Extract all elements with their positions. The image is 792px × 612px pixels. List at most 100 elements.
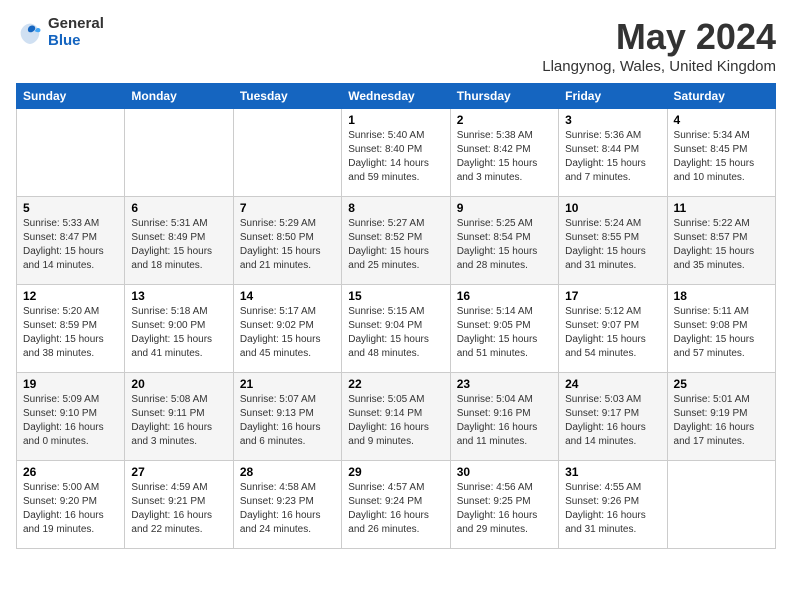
- month-year: May 2024: [542, 16, 776, 58]
- day-of-week-friday: Friday: [559, 84, 667, 109]
- day-number: 5: [23, 201, 118, 215]
- calendar-cell: 24 Sunrise: 5:03 AM Sunset: 9:17 PM Dayli…: [559, 373, 667, 461]
- calendar-cell: 23 Sunrise: 5:04 AM Sunset: 9:16 PM Dayli…: [450, 373, 558, 461]
- calendar-week-3: 12Sunrise: 5:20 AM Sunset: 8:59 PM Dayli…: [17, 285, 776, 373]
- day-info: Sunrise: 5:29 AM Sunset: 8:50 PM Dayligh…: [240, 217, 335, 273]
- day-number: 25: [674, 377, 769, 391]
- day-number: 17: [565, 289, 660, 303]
- calendar-cell: 8 Sunrise: 5:27 AM Sunset: 8:52 PM Daylig…: [342, 197, 450, 285]
- calendar-cell: 29Sunrise: 4:57 AM Sunset: 9:24 PM Dayli…: [342, 461, 450, 549]
- day-number: 8: [348, 201, 443, 215]
- day-number: 14: [240, 289, 335, 303]
- day-info: Sunrise: 5:17 AM Sunset: 9:02 PM Dayligh…: [240, 305, 335, 361]
- calendar-cell: 18 Sunrise: 5:11 AM Sunset: 9:08 PM Dayli…: [667, 285, 775, 373]
- day-number: 31: [565, 465, 660, 479]
- calendar-cell: [125, 109, 233, 197]
- calendar-week-1: 1 Sunrise: 5:40 AM Sunset: 8:40 PM Daylig…: [17, 109, 776, 197]
- day-info: Sunrise: 5:03 AM Sunset: 9:17 PM Dayligh…: [565, 393, 660, 449]
- day-number: 15: [348, 289, 443, 303]
- calendar-cell: 31 Sunrise: 4:55 AM Sunset: 9:26 PM Dayli…: [559, 461, 667, 549]
- calendar-header: SundayMondayTuesdayWednesdayThursdayFrid…: [17, 84, 776, 109]
- day-number: 3: [565, 113, 660, 127]
- day-number: 13: [131, 289, 226, 303]
- day-of-week-monday: Monday: [125, 84, 233, 109]
- day-number: 22: [348, 377, 443, 391]
- day-number: 26: [23, 465, 118, 479]
- calendar-cell: [17, 109, 125, 197]
- calendar-cell: 7Sunrise: 5:29 AM Sunset: 8:50 PM Daylig…: [233, 197, 341, 285]
- title-block: May 2024 Llangynog, Wales, United Kingdo…: [542, 16, 776, 75]
- calendar-cell: 26 Sunrise: 5:00 AM Sunset: 9:20 PM Dayli…: [17, 461, 125, 549]
- calendar-week-2: 5 Sunrise: 5:33 AM Sunset: 8:47 PM Daylig…: [17, 197, 776, 285]
- day-number: 11: [674, 201, 769, 215]
- day-number: 30: [457, 465, 552, 479]
- calendar-cell: 15 Sunrise: 5:15 AM Sunset: 9:04 PM Dayli…: [342, 285, 450, 373]
- calendar-cell: 14 Sunrise: 5:17 AM Sunset: 9:02 PM Dayli…: [233, 285, 341, 373]
- calendar-cell: 6Sunrise: 5:31 AM Sunset: 8:49 PM Daylig…: [125, 197, 233, 285]
- calendar-cell: [233, 109, 341, 197]
- day-info: Sunrise: 5:15 AM Sunset: 9:04 PM Dayligh…: [348, 305, 443, 361]
- calendar-cell: 21 Sunrise: 5:07 AM Sunset: 9:13 PM Dayli…: [233, 373, 341, 461]
- calendar-cell: 10 Sunrise: 5:24 AM Sunset: 8:55 PM Dayli…: [559, 197, 667, 285]
- day-info: Sunrise: 5:11 AM Sunset: 9:08 PM Dayligh…: [674, 305, 769, 361]
- day-number: 6: [131, 201, 226, 215]
- day-number: 12: [23, 289, 118, 303]
- day-info: Sunrise: 5:27 AM Sunset: 8:52 PM Dayligh…: [348, 217, 443, 273]
- day-number: 19: [23, 377, 118, 391]
- logo-general: General: [48, 16, 104, 33]
- calendar-cell: 9Sunrise: 5:25 AM Sunset: 8:54 PM Daylig…: [450, 197, 558, 285]
- calendar-cell: 28 Sunrise: 4:58 AM Sunset: 9:23 PM Dayli…: [233, 461, 341, 549]
- calendar-body: 1 Sunrise: 5:40 AM Sunset: 8:40 PM Daylig…: [17, 109, 776, 549]
- day-info: Sunrise: 5:00 AM Sunset: 9:20 PM Dayligh…: [23, 481, 118, 537]
- day-number: 1: [348, 113, 443, 127]
- calendar-cell: 17 Sunrise: 5:12 AM Sunset: 9:07 PM Dayli…: [559, 285, 667, 373]
- day-info: Sunrise: 4:59 AM Sunset: 9:21 PM Dayligh…: [131, 481, 226, 537]
- day-info: Sunrise: 5:01 AM Sunset: 9:19 PM Dayligh…: [674, 393, 769, 449]
- calendar-table: SundayMondayTuesdayWednesdayThursdayFrid…: [16, 83, 776, 549]
- logo-text: General Blue: [48, 16, 104, 49]
- day-number: 20: [131, 377, 226, 391]
- day-number: 21: [240, 377, 335, 391]
- day-info: Sunrise: 5:33 AM Sunset: 8:47 PM Dayligh…: [23, 217, 118, 273]
- day-number: 18: [674, 289, 769, 303]
- day-of-week-saturday: Saturday: [667, 84, 775, 109]
- logo: General Blue: [16, 16, 104, 49]
- day-of-week-tuesday: Tuesday: [233, 84, 341, 109]
- calendar-week-5: 26 Sunrise: 5:00 AM Sunset: 9:20 PM Dayli…: [17, 461, 776, 549]
- location: Llangynog, Wales, United Kingdom: [542, 58, 776, 75]
- day-number: 10: [565, 201, 660, 215]
- calendar-cell: 25 Sunrise: 5:01 AM Sunset: 9:19 PM Dayli…: [667, 373, 775, 461]
- day-info: Sunrise: 5:22 AM Sunset: 8:57 PM Dayligh…: [674, 217, 769, 273]
- day-info: Sunrise: 5:12 AM Sunset: 9:07 PM Dayligh…: [565, 305, 660, 361]
- day-number: 4: [674, 113, 769, 127]
- calendar-week-4: 19Sunrise: 5:09 AM Sunset: 9:10 PM Dayli…: [17, 373, 776, 461]
- calendar-cell: 20Sunrise: 5:08 AM Sunset: 9:11 PM Dayli…: [125, 373, 233, 461]
- day-number: 2: [457, 113, 552, 127]
- calendar-cell: 11 Sunrise: 5:22 AM Sunset: 8:57 PM Dayli…: [667, 197, 775, 285]
- day-of-week-sunday: Sunday: [17, 84, 125, 109]
- logo-blue: Blue: [48, 33, 104, 50]
- calendar-cell: 4 Sunrise: 5:34 AM Sunset: 8:45 PM Daylig…: [667, 109, 775, 197]
- day-info: Sunrise: 4:58 AM Sunset: 9:23 PM Dayligh…: [240, 481, 335, 537]
- day-info: Sunrise: 5:40 AM Sunset: 8:40 PM Dayligh…: [348, 129, 443, 185]
- calendar-cell: 2Sunrise: 5:38 AM Sunset: 8:42 PM Daylig…: [450, 109, 558, 197]
- calendar-cell: [667, 461, 775, 549]
- day-info: Sunrise: 5:07 AM Sunset: 9:13 PM Dayligh…: [240, 393, 335, 449]
- day-info: Sunrise: 4:55 AM Sunset: 9:26 PM Dayligh…: [565, 481, 660, 537]
- day-info: Sunrise: 5:34 AM Sunset: 8:45 PM Dayligh…: [674, 129, 769, 185]
- calendar-cell: 3 Sunrise: 5:36 AM Sunset: 8:44 PM Daylig…: [559, 109, 667, 197]
- day-info: Sunrise: 5:24 AM Sunset: 8:55 PM Dayligh…: [565, 217, 660, 273]
- calendar-cell: 30Sunrise: 4:56 AM Sunset: 9:25 PM Dayli…: [450, 461, 558, 549]
- day-info: Sunrise: 5:18 AM Sunset: 9:00 PM Dayligh…: [131, 305, 226, 361]
- day-info: Sunrise: 5:04 AM Sunset: 9:16 PM Dayligh…: [457, 393, 552, 449]
- calendar-cell: 5 Sunrise: 5:33 AM Sunset: 8:47 PM Daylig…: [17, 197, 125, 285]
- day-info: Sunrise: 5:36 AM Sunset: 8:44 PM Dayligh…: [565, 129, 660, 185]
- day-number: 24: [565, 377, 660, 391]
- day-number: 28: [240, 465, 335, 479]
- day-number: 16: [457, 289, 552, 303]
- logo-bird-icon: [16, 19, 44, 47]
- calendar-cell: 12Sunrise: 5:20 AM Sunset: 8:59 PM Dayli…: [17, 285, 125, 373]
- calendar-cell: 1 Sunrise: 5:40 AM Sunset: 8:40 PM Daylig…: [342, 109, 450, 197]
- day-number: 23: [457, 377, 552, 391]
- day-info: Sunrise: 5:25 AM Sunset: 8:54 PM Dayligh…: [457, 217, 552, 273]
